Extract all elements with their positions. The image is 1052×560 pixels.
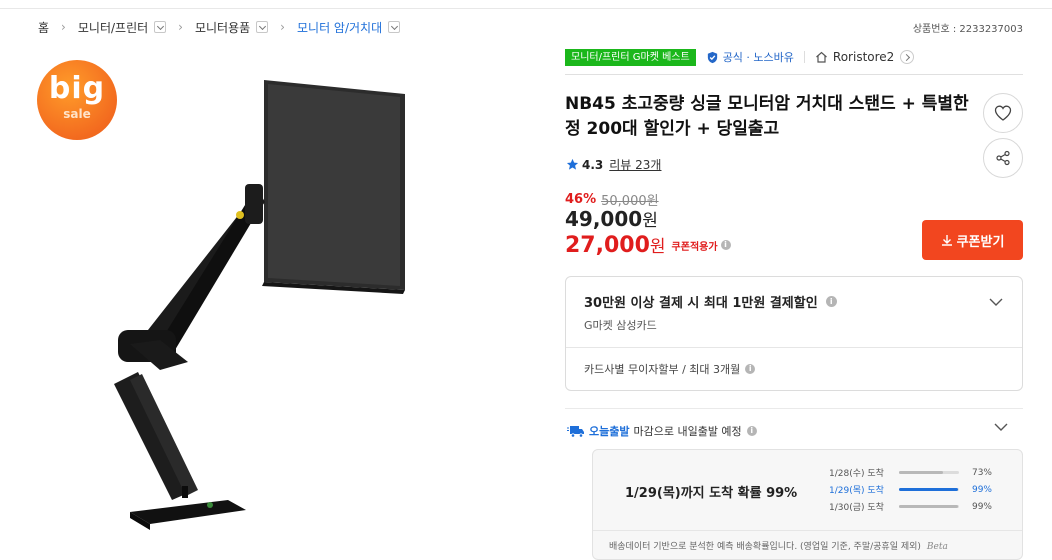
- breadcrumb: 홈 › 모니터/프린터 › 모니터용품 › 모니터 암/거치대: [38, 18, 401, 36]
- dropdown-icon[interactable]: [256, 21, 269, 33]
- delivery-truck-icon: [567, 426, 584, 438]
- review-link[interactable]: 리뷰 23개: [609, 156, 661, 173]
- chevron-right-icon: ›: [178, 20, 183, 34]
- delivery-forecast-row: 1/30(금) 도착 99%: [829, 498, 992, 515]
- card-benefit-text: 30만원 이상 결제 시 최대 1만원 결제할인: [584, 296, 818, 311]
- sale-price-unit: 원: [642, 211, 658, 231]
- probability-bar: [899, 488, 959, 491]
- sale-price-number: 49,000: [565, 207, 643, 231]
- share-icon: [996, 150, 1010, 166]
- chevron-down-icon[interactable]: [993, 422, 1009, 432]
- chevron-right-icon: [900, 50, 915, 64]
- top-divider: [0, 8, 1052, 9]
- delivery-probability-headline: 1/29(목)까지 도착 확률 99%: [625, 486, 798, 501]
- probability-percent: 99%: [971, 484, 992, 495]
- breadcrumb-home[interactable]: 홈: [38, 19, 49, 36]
- probability-percent: 73%: [971, 467, 992, 478]
- info-icon[interactable]: i: [746, 426, 757, 436]
- info-icon[interactable]: i: [825, 296, 837, 307]
- download-icon: [941, 235, 952, 246]
- breadcrumb-monitor-arm[interactable]: 모니터 암/거치대: [297, 19, 401, 36]
- divider: [566, 347, 1022, 348]
- rating-score: 4.3: [582, 157, 604, 172]
- delivery-footnote: 배송데이터 기반으로 분석한 예측 배송확률입니다. (영업일 기준, 주말/공…: [609, 539, 948, 552]
- share-button[interactable]: [983, 138, 1023, 178]
- category-best-badge[interactable]: 모니터/프린터 G마켓 베스트: [565, 48, 696, 66]
- probability-bar: [899, 505, 959, 508]
- store-link[interactable]: Roristore2: [815, 50, 915, 64]
- official-store-link[interactable]: 공식 · 노스바유: [706, 49, 794, 65]
- probability-percent: 99%: [971, 501, 992, 512]
- rating: 4.3 리뷰 23개: [566, 156, 661, 173]
- coupon-price-unit: 원: [649, 237, 666, 257]
- probability-bar: [899, 471, 959, 474]
- beta-label: Beta: [926, 542, 948, 552]
- chevron-down-icon[interactable]: [988, 297, 1004, 307]
- chevron-right-icon: ›: [61, 20, 66, 34]
- delivery-date: 1/29(목) 도착: [829, 486, 884, 496]
- shipping-schedule-text: 마감으로 내일출발 예정: [633, 425, 742, 438]
- breadcrumb-monitor-printer[interactable]: 모니터/프린터: [78, 19, 167, 36]
- installment-text: 카드사별 무이자할부 / 최대 3개월: [584, 363, 741, 376]
- card-benefit-title[interactable]: 30만원 이상 결제 시 최대 1만원 결제할인 i: [584, 292, 837, 311]
- probability-bar-fill: [899, 471, 943, 474]
- coupon-price: 27,000원: [565, 232, 666, 258]
- delivery-forecast-row: 1/29(목) 도착 99%: [829, 481, 992, 498]
- delivery-forecast-panel: 1/29(목)까지 도착 확률 99% 1/28(수) 도착 73% 1/29(…: [592, 449, 1023, 560]
- get-coupon-label: 쿠폰받기: [956, 234, 1005, 250]
- product-number: 상품번호 : 2233237003: [912, 24, 1023, 35]
- star-icon: [566, 158, 579, 170]
- coupon-price-number: 27,000: [565, 233, 650, 258]
- chevron-right-icon: ›: [280, 20, 285, 34]
- delivery-forecast-row: 1/28(수) 도착 73%: [829, 464, 992, 481]
- installment-info[interactable]: 카드사별 무이자할부 / 최대 3개월 i: [584, 361, 756, 377]
- card-benefit-card-name: G마켓 삼성카드: [584, 319, 657, 332]
- delivery-date: 1/28(수) 도착: [829, 469, 884, 479]
- shield-check-icon: [707, 51, 717, 63]
- card-benefit-panel: 30만원 이상 결제 시 최대 1만원 결제할인 i G마켓 삼성카드 카드사별…: [565, 276, 1023, 391]
- product-image[interactable]: [100, 72, 420, 542]
- divider: [565, 408, 1023, 409]
- dropdown-icon[interactable]: [388, 21, 401, 33]
- discount-rate: 46%: [565, 192, 597, 207]
- product-title: NB45 초고중량 싱글 모니터암 거치대 스탠드 + 특별한정 200대 할인…: [565, 94, 969, 139]
- badge-row: 모니터/프린터 G마켓 베스트 공식 · 노스바유 Roristore2: [565, 48, 915, 66]
- divider: [565, 74, 1023, 75]
- heart-icon: [994, 105, 1012, 121]
- shipping-header: 오늘출발 마감으로 내일출발 예정 i: [567, 423, 757, 439]
- info-icon[interactable]: i: [720, 240, 731, 250]
- info-icon[interactable]: i: [745, 364, 756, 374]
- divider: [593, 530, 1022, 531]
- probability-bar-fill: [899, 505, 959, 508]
- dropdown-icon[interactable]: [154, 21, 167, 33]
- breadcrumb-monitor-accessories[interactable]: 모니터용품: [195, 19, 269, 36]
- coupon-price-label: 쿠폰적용가: [671, 241, 718, 253]
- home-icon: [816, 51, 827, 63]
- delivery-footnote-text: 배송데이터 기반으로 분석한 예측 배송확률입니다. (영업일 기준, 주말/공…: [609, 542, 921, 552]
- delivery-forecast-list: 1/28(수) 도착 73% 1/29(목) 도착 99% 1/30(금) 도착…: [829, 464, 992, 515]
- sale-price: 49,000원: [565, 206, 658, 231]
- store-name: Roristore2: [832, 50, 895, 64]
- get-coupon-button[interactable]: 쿠폰받기: [922, 220, 1023, 260]
- wishlist-button[interactable]: [983, 93, 1023, 133]
- official-store-label: 공식 · 노스바유: [722, 51, 794, 64]
- probability-bar-fill: [899, 488, 959, 491]
- today-ship-label: 오늘출발: [589, 425, 630, 438]
- divider: [803, 51, 805, 63]
- coupon-price-row: 27,000원 쿠폰적용가 i: [565, 232, 731, 258]
- delivery-date: 1/30(금) 도착: [829, 503, 884, 513]
